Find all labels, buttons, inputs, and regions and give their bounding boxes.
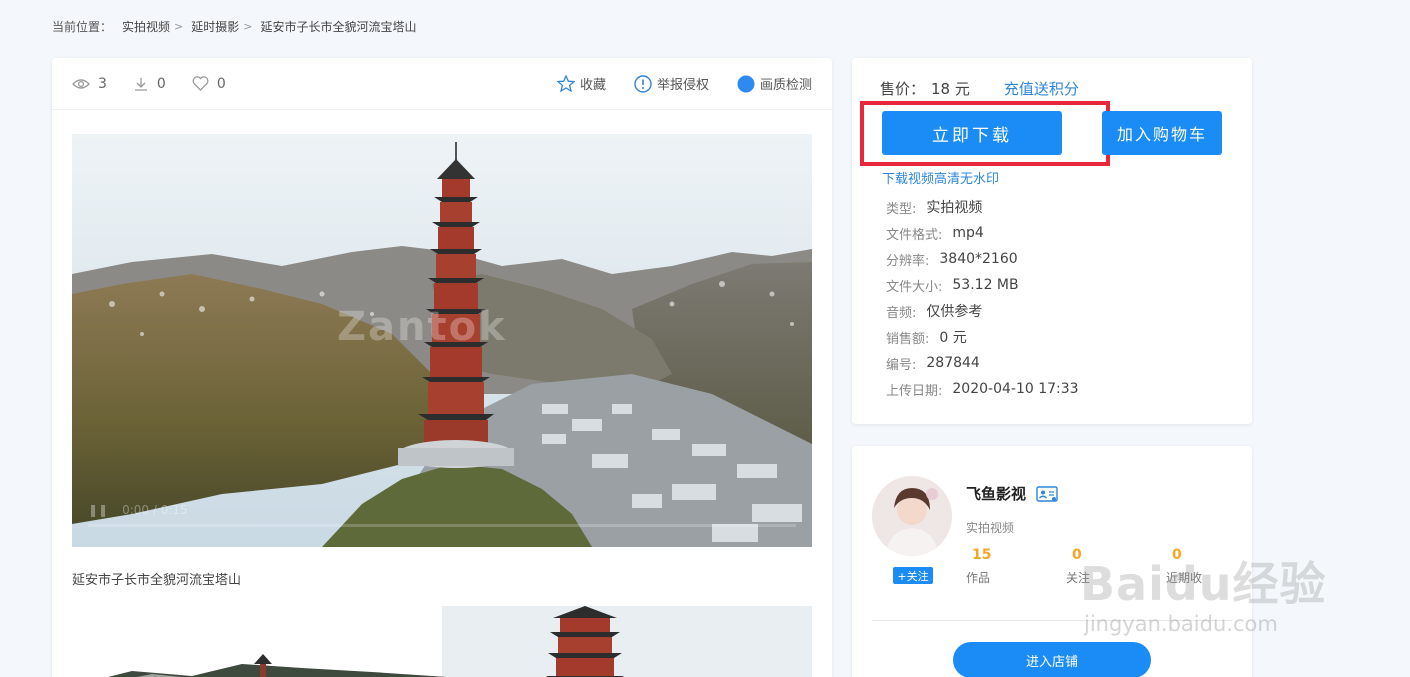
price-value: 18 元	[931, 80, 970, 98]
stat-number: 0	[1072, 547, 1082, 563]
detail-value: 3840*2160	[939, 251, 1018, 267]
author-category: 实拍视频	[966, 521, 1015, 535]
stat-works[interactable]: 15 作品	[966, 544, 1066, 586]
quality-check-label: 画质检测	[759, 78, 812, 93]
detail-key: 音频:	[886, 305, 917, 321]
video-watermark: Zantok	[337, 304, 507, 350]
breadcrumb-separator: >	[174, 20, 184, 33]
divider	[872, 620, 1232, 621]
report-label: 举报侵权	[656, 78, 709, 93]
detail-value: 287844	[926, 355, 980, 371]
stat-following[interactable]: 0 关注	[1066, 544, 1166, 586]
author-name[interactable]: 飞鱼影视	[966, 483, 1058, 504]
stat-number: 0	[1172, 547, 1182, 563]
breadcrumb-item-current[interactable]: 延安市子长市全貌河流宝塔山	[260, 18, 416, 35]
download-count: 0	[133, 76, 166, 92]
download-count-value: 0	[156, 75, 166, 92]
stat-number: 15	[972, 547, 992, 563]
video-panel: 3 0 0 收藏 举报侵权 画质检测 Zantok ❚❚ 0:00 / 0:15…	[52, 58, 832, 677]
pause-icon[interactable]: ❚❚	[88, 503, 108, 517]
video-caption: 延安市子长市全貌河流宝塔山	[72, 573, 242, 588]
stat-label: 近期收	[1166, 571, 1203, 585]
detail-upload-date: 上传日期: 2020-04-10 17:33	[886, 376, 1079, 402]
detail-value: 仅供参考	[926, 304, 983, 320]
breadcrumb-separator: >	[243, 20, 253, 33]
detail-key: 编号:	[886, 357, 917, 373]
detail-format: 文件格式: mp4	[886, 220, 1079, 246]
download-icon	[134, 77, 147, 91]
favorite-label: 收藏	[579, 78, 606, 93]
recharge-link[interactable]: 充值送积分	[1004, 78, 1079, 99]
star-icon	[556, 75, 575, 92]
detail-type: 类型: 实拍视频	[886, 194, 1079, 220]
alert-icon	[634, 74, 652, 93]
detail-key: 上传日期:	[886, 383, 943, 399]
enter-shop-button[interactable]: 进入店铺	[953, 642, 1151, 677]
avatar-image	[872, 476, 952, 556]
view-count: 3	[72, 76, 107, 92]
video-controls: ❚❚ 0:00 / 0:15	[88, 503, 188, 517]
file-details: 类型: 实拍视频 文件格式: mp4 分辨率: 3840*2160 文件大小: 53.1…	[886, 194, 1079, 402]
detail-size: 文件大小: 53.12 MB	[886, 272, 1079, 298]
author-panel: +关注 飞鱼影视 实拍视频 15 作品 0 关注 0 近期收 进入店铺	[852, 446, 1252, 677]
detail-key: 文件格式:	[886, 227, 943, 243]
detail-sales: 销售额: 0 元	[886, 324, 1079, 350]
heart-icon	[192, 76, 209, 91]
like-count[interactable]: 0	[192, 76, 226, 92]
quality-dot-icon	[737, 75, 755, 92]
stats-bar: 3 0 0 收藏 举报侵权 画质检测	[52, 58, 832, 110]
breadcrumb-item-timelapse[interactable]: 延时摄影	[191, 18, 239, 35]
video-progress-bar[interactable]	[88, 524, 796, 527]
avatar[interactable]	[872, 476, 952, 556]
price-row: 售价： 18 元 充值送积分	[880, 78, 1079, 99]
breadcrumb-item-live-video[interactable]: 实拍视频	[122, 18, 170, 35]
stat-label: 关注	[1066, 571, 1091, 585]
detail-resolution: 分辨率: 3840*2160	[886, 246, 1079, 272]
detail-value: 53.12 MB	[952, 277, 1019, 293]
breadcrumb-label: 当前位置：	[52, 20, 113, 34]
detail-key: 销售额:	[886, 331, 930, 347]
quality-check-button[interactable]: 画质检测	[737, 74, 812, 93]
author-stats: 15 作品 0 关注 0 近期收	[966, 544, 1266, 586]
purchase-panel: 售价： 18 元 充值送积分 立即下载 加入购物车 下载视频高清无水印 类型: 实…	[852, 58, 1252, 424]
pagoda-preview-image	[72, 606, 812, 677]
preview-image-2	[72, 606, 812, 677]
like-count-value: 0	[216, 75, 226, 92]
follow-button[interactable]: +关注	[893, 567, 933, 584]
detail-key: 分辨率:	[886, 253, 930, 269]
video-player[interactable]: Zantok ❚❚ 0:00 / 0:15	[72, 134, 812, 547]
view-count-value: 3	[98, 75, 107, 92]
report-button[interactable]: 举报侵权	[634, 74, 709, 93]
add-to-cart-button[interactable]: 加入购物车	[1102, 111, 1222, 155]
video-time: 0:00 / 0:15	[122, 503, 188, 517]
stat-label: 作品	[966, 571, 991, 585]
eye-icon	[72, 78, 90, 89]
favorite-button[interactable]: 收藏	[556, 74, 606, 93]
author-name-text: 飞鱼影视	[966, 485, 1027, 503]
detail-value: 2020-04-10 17:33	[952, 381, 1079, 397]
detail-key: 文件大小:	[886, 279, 943, 295]
hd-download-link[interactable]: 下载视频高清无水印	[882, 168, 999, 187]
stat-recent[interactable]: 0 近期收	[1166, 544, 1266, 586]
id-card-icon	[1036, 485, 1058, 502]
detail-value: 0 元	[939, 330, 967, 346]
detail-id: 编号: 287844	[886, 350, 1079, 376]
price-label: 售价：	[880, 80, 926, 98]
detail-audio: 音频: 仅供参考	[886, 298, 1079, 324]
download-now-button[interactable]: 立即下载	[882, 111, 1062, 155]
detail-value: 实拍视频	[926, 200, 983, 216]
detail-key: 类型:	[886, 201, 917, 217]
breadcrumb: 当前位置： 实拍视频 > 延时摄影 > 延安市子长市全貌河流宝塔山	[52, 18, 417, 35]
detail-value: mp4	[952, 225, 984, 241]
